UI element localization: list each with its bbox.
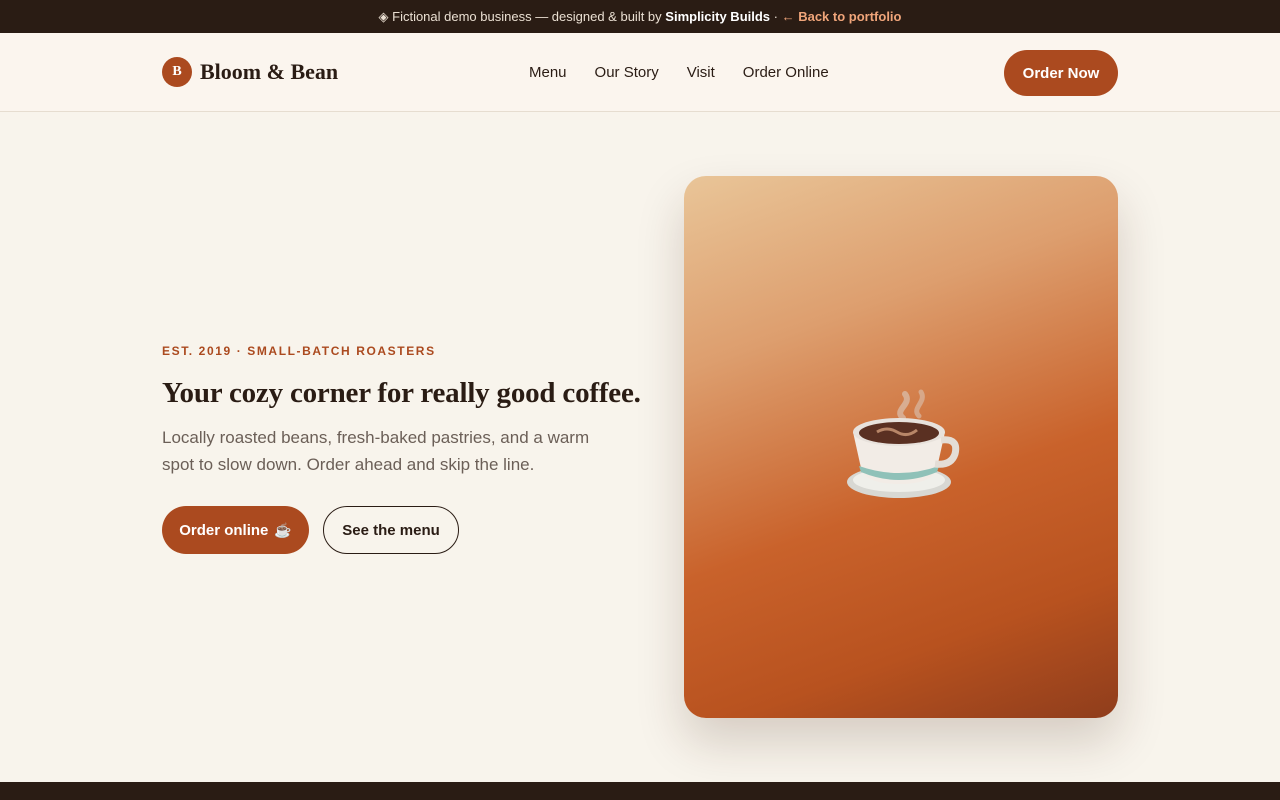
announcement-bar: ◈ Fictional demo business — designed & b… [0, 0, 1280, 33]
hero-image [684, 176, 1118, 718]
studio-name: Simplicity Builds [665, 9, 771, 24]
site-header: B Bloom & Bean Menu Our Story Visit Orde… [0, 33, 1280, 112]
announcement-separator: · [770, 9, 782, 24]
logo-text: Bloom & Bean [200, 59, 339, 84]
hero-copy: EST. 2019 · SMALL-BATCH ROASTERS Your co… [162, 344, 662, 478]
order-online-button[interactable]: Order online ☕ [162, 506, 309, 554]
coffee-icon: ☕ [274, 521, 292, 538]
nav-item-visit[interactable]: Visit [687, 64, 715, 82]
hero-headline: Your cozy corner for really good coffee. [162, 377, 641, 409]
footer-band [0, 782, 1280, 800]
see-the-menu-button[interactable]: See the menu [323, 506, 459, 554]
hero-subtext: Locally roasted beans, fresh-baked pastr… [162, 428, 590, 474]
nav-item-order-online[interactable]: Order Online [743, 64, 829, 82]
back-to-portfolio-link[interactable]: ← Back to portfolio [782, 9, 902, 24]
nav-item-menu[interactable]: Menu [529, 64, 567, 82]
order-online-label: Order online [179, 521, 269, 539]
hero-actions: Order online ☕ See the menu [162, 506, 459, 554]
main-nav: Menu Our Story Visit Order Online [529, 64, 829, 82]
logo-badge: B [162, 57, 192, 87]
nav-item-our-story[interactable]: Our Story [595, 64, 659, 82]
order-now-button[interactable]: Order Now [1004, 50, 1118, 96]
announcement-text: ◈ Fictional demo business — designed & b… [378, 8, 666, 24]
logo[interactable]: B Bloom & Bean [162, 57, 338, 87]
coffee-cup-icon [847, 389, 960, 498]
hero-eyebrow: EST. 2019 · SMALL-BATCH ROASTERS [162, 344, 436, 358]
